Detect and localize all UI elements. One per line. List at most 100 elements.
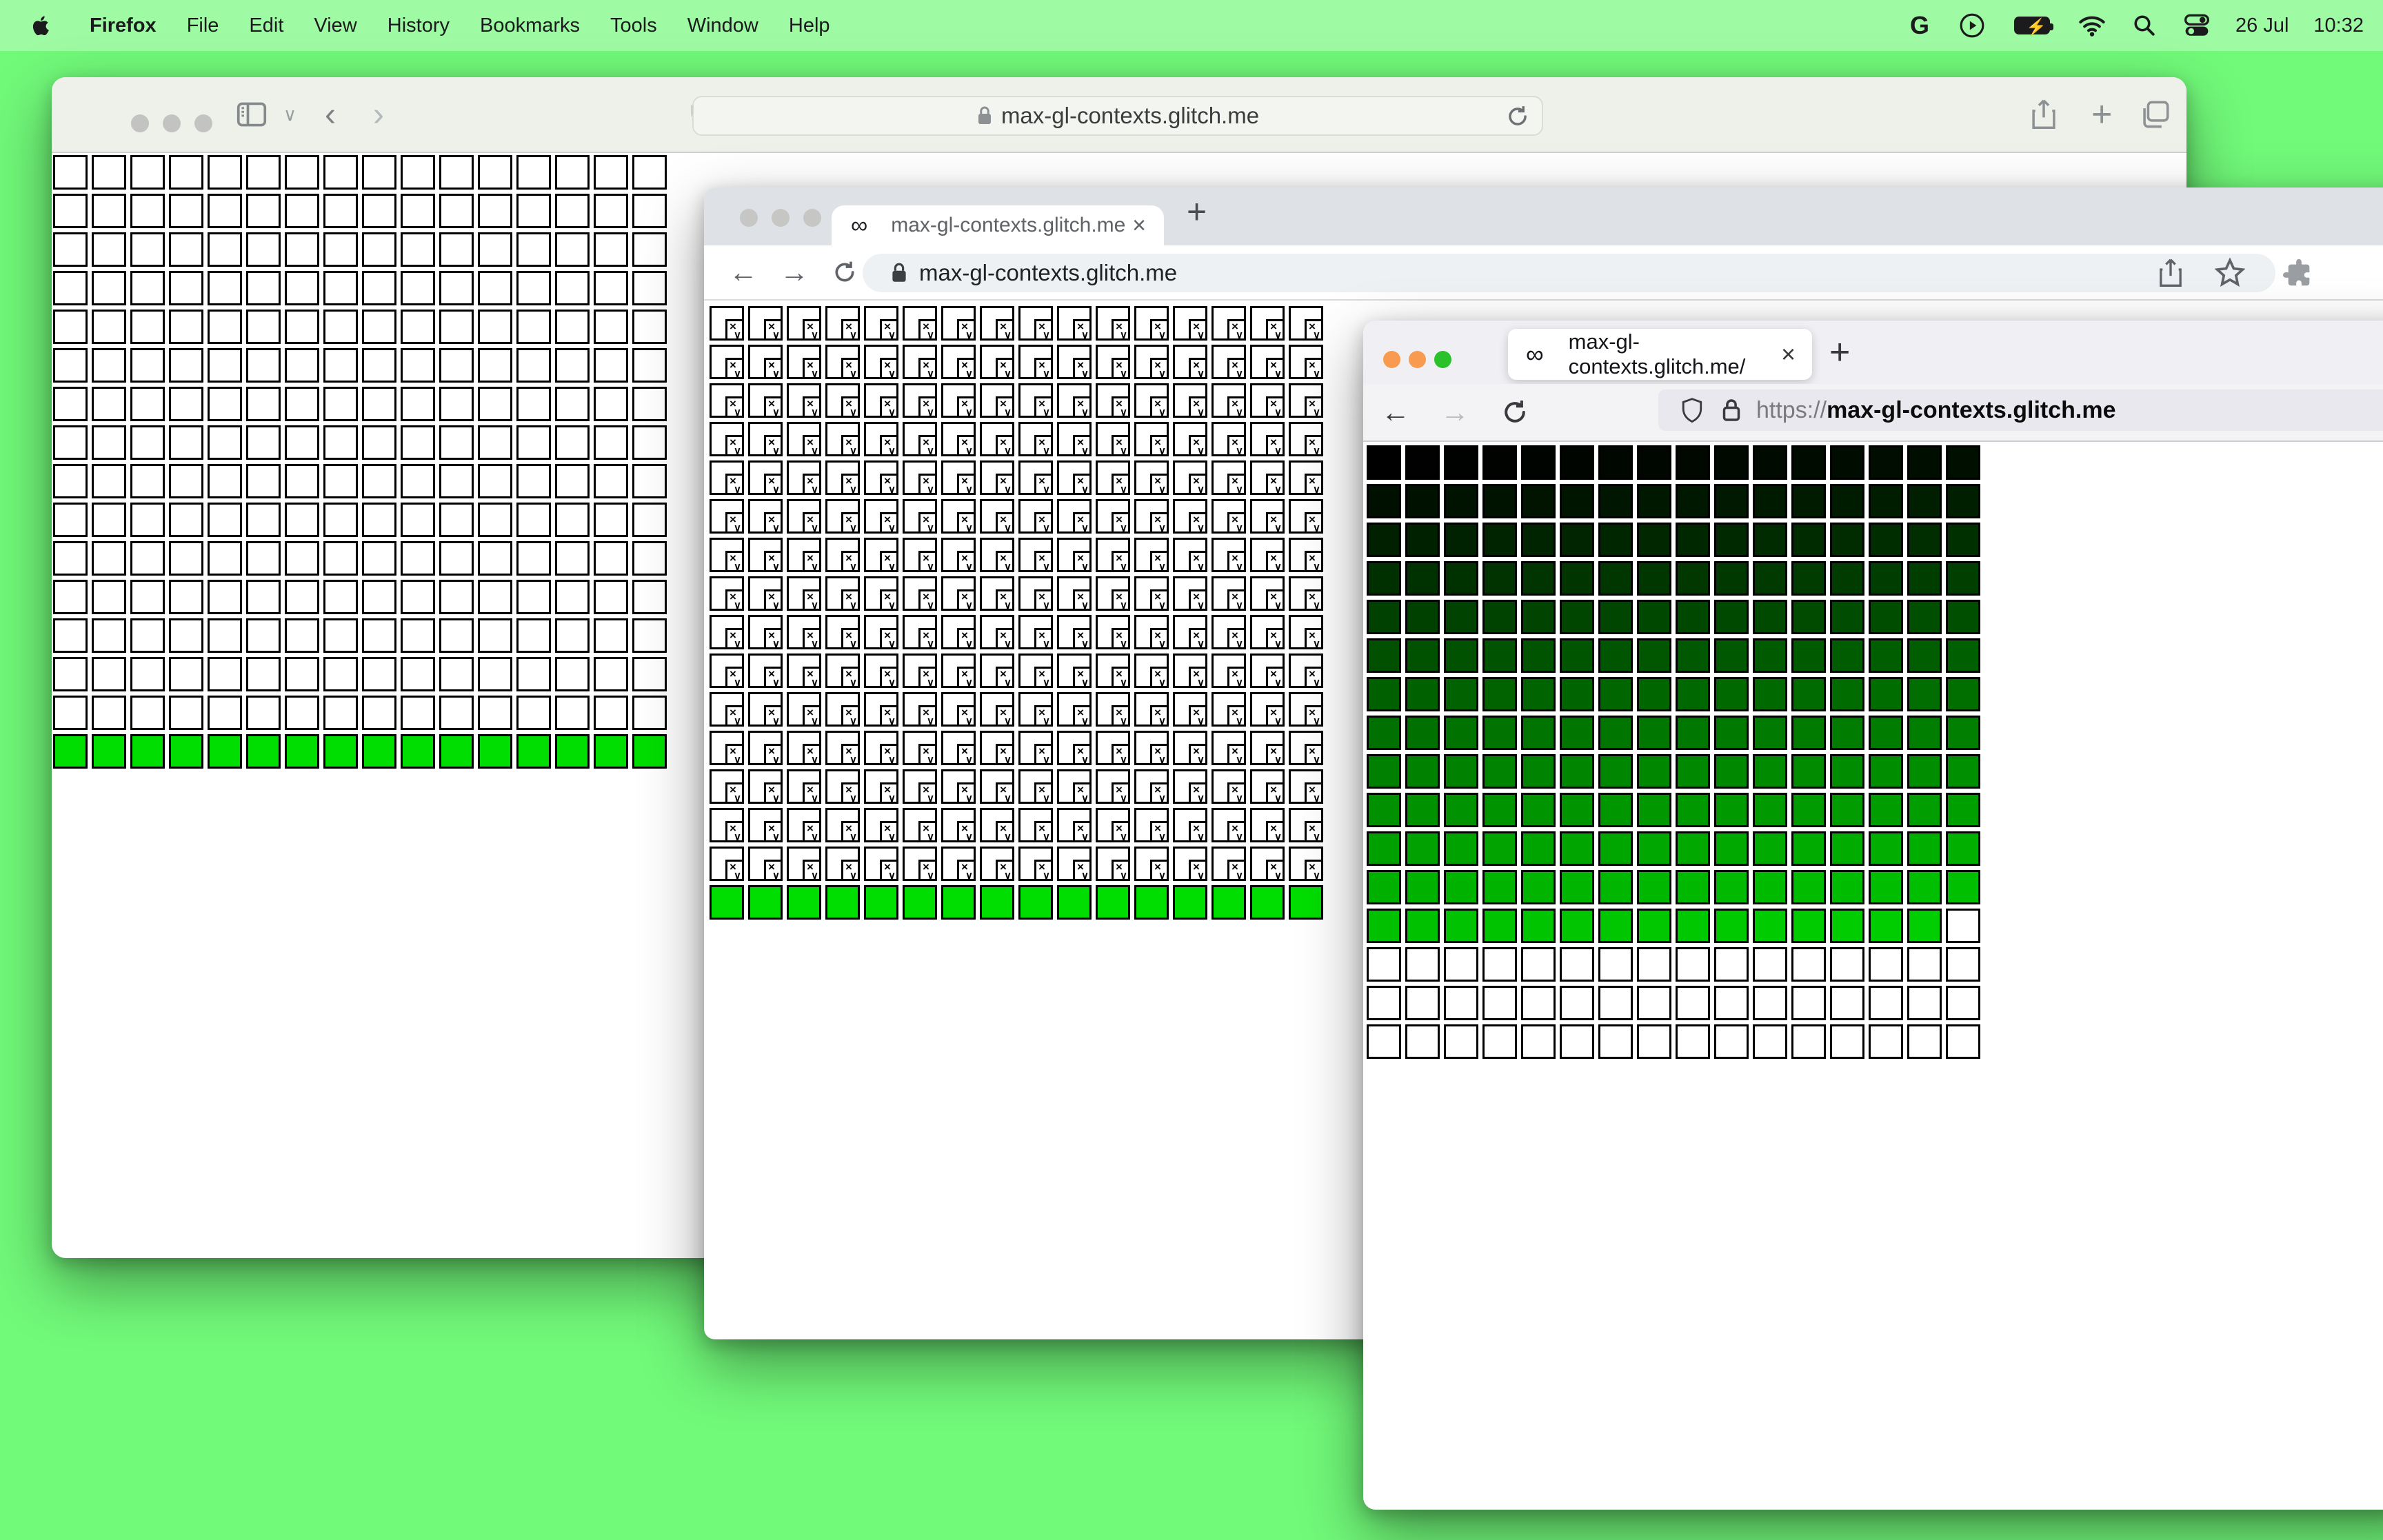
- firefox-tab-bar[interactable]: ∞ max-gl-contexts.glitch.me/ × +: [1363, 321, 2383, 384]
- menu-item-view[interactable]: View: [314, 14, 356, 37]
- canvas-cell: [1444, 523, 1478, 557]
- firefox-url-bar[interactable]: https://max-gl-contexts.glitch.me: [1658, 389, 2383, 431]
- close-button[interactable]: [740, 209, 758, 227]
- canvas-cell: [1367, 986, 1401, 1020]
- canvas-cell: [246, 541, 281, 576]
- canvas-cell: [1946, 986, 1980, 1020]
- reload-icon[interactable]: [1500, 397, 1530, 427]
- lock-icon[interactable]: [1722, 398, 1741, 423]
- zoom-button[interactable]: [803, 209, 821, 227]
- close-icon[interactable]: ×: [1781, 340, 1796, 369]
- canvas-cell: [594, 696, 628, 730]
- google-icon[interactable]: G: [1906, 11, 1933, 39]
- new-tab-icon[interactable]: +: [1187, 192, 1207, 232]
- canvas-cell: × ∨: [1250, 847, 1285, 882]
- broken-image-icon: × ∨: [957, 628, 976, 650]
- battery-icon[interactable]: ⚡: [2011, 12, 2054, 39]
- play-status-icon[interactable]: [1958, 12, 1986, 39]
- zoom-button[interactable]: [194, 114, 212, 132]
- canvas-cell: × ∨: [787, 576, 821, 611]
- chrome-url-bar[interactable]: max-gl-contexts.glitch.me: [863, 254, 2275, 292]
- infinity-favicon: ∞: [851, 212, 868, 239]
- lock-icon[interactable]: [890, 262, 908, 284]
- canvas-cell: [1714, 1024, 1749, 1059]
- broken-image-icon: × ∨: [725, 396, 744, 418]
- reload-icon[interactable]: [1505, 103, 1531, 130]
- broken-image-icon: × ∨: [1189, 319, 1207, 341]
- canvas-cell: [516, 541, 551, 576]
- canvas-cell: [285, 734, 319, 769]
- forward-icon[interactable]: →: [780, 256, 809, 289]
- canvas-cell: × ∨: [1173, 306, 1207, 341]
- menu-item-window[interactable]: Window: [687, 14, 758, 37]
- wifi-icon[interactable]: [2078, 12, 2106, 39]
- back-icon[interactable]: ‹: [325, 96, 336, 134]
- apple-menu-icon[interactable]: [29, 13, 54, 38]
- menu-item-file[interactable]: File: [187, 14, 219, 37]
- broken-image-icon: × ∨: [841, 821, 860, 843]
- new-tab-icon[interactable]: +: [2091, 94, 2112, 135]
- sidebar-icon[interactable]: [237, 101, 267, 128]
- canvas-cell: [1405, 716, 1440, 750]
- bookmark-star-icon[interactable]: [2215, 258, 2245, 288]
- canvas-cell: [1444, 986, 1478, 1020]
- canvas-cell: [208, 348, 242, 383]
- canvas-cell: [208, 734, 242, 769]
- broken-image-icon: × ∨: [803, 744, 821, 766]
- chrome-active-tab[interactable]: ∞ max-gl-contexts.glitch.me ×: [832, 205, 1164, 245]
- canvas-cell: [1946, 677, 1980, 711]
- forward-icon[interactable]: →: [1440, 396, 1469, 429]
- canvas-cell: [401, 580, 435, 614]
- menu-item-help[interactable]: Help: [789, 14, 830, 37]
- menu-item-history[interactable]: History: [388, 14, 450, 37]
- canvas-cell: × ∨: [1289, 422, 1323, 457]
- broken-image-icon: × ∨: [957, 860, 976, 882]
- canvas-cell: [555, 348, 590, 383]
- share-icon[interactable]: [2157, 258, 2184, 288]
- control-center-icon[interactable]: [2183, 12, 2211, 39]
- back-icon[interactable]: ←: [1381, 396, 1410, 429]
- menu-item-bookmarks[interactable]: Bookmarks: [480, 14, 580, 37]
- search-icon[interactable]: [2131, 12, 2158, 39]
- canvas-cell: × ∨: [1134, 576, 1169, 611]
- share-icon[interactable]: [2029, 99, 2058, 130]
- close-button[interactable]: [131, 114, 149, 132]
- safari-url-field[interactable]: max-gl-contexts.glitch.me: [692, 96, 1543, 136]
- new-tab-icon[interactable]: +: [1829, 332, 1850, 373]
- canvas-cell: [1367, 754, 1401, 789]
- canvas-cell: [1753, 523, 1787, 557]
- chrome-tab-bar[interactable]: ∞ max-gl-contexts.glitch.me × +: [704, 188, 2383, 245]
- menu-date[interactable]: 26 Jul: [2235, 14, 2289, 37]
- broken-image-icon: × ∨: [803, 782, 821, 804]
- broken-image-icon: × ∨: [764, 782, 783, 804]
- back-icon[interactable]: ←: [729, 256, 758, 289]
- firefox-active-tab[interactable]: ∞ max-gl-contexts.glitch.me/ ×: [1508, 329, 1812, 380]
- canvas-cell: × ∨: [1134, 306, 1169, 341]
- menu-item-tools[interactable]: Tools: [610, 14, 657, 37]
- canvas-cell: [1521, 1024, 1556, 1059]
- reload-icon[interactable]: [831, 259, 858, 286]
- menu-item-edit[interactable]: Edit: [249, 14, 283, 37]
- close-button[interactable]: [1383, 351, 1400, 368]
- canvas-cell: × ∨: [903, 538, 937, 573]
- zoom-button[interactable]: [1434, 351, 1451, 368]
- canvas-cell: [1482, 831, 1517, 866]
- canvas-cell: × ∨: [864, 383, 898, 418]
- tracking-shield-icon[interactable]: [1680, 396, 1704, 424]
- canvas-cell: × ∨: [1018, 654, 1053, 689]
- broken-image-icon: × ∨: [803, 705, 821, 727]
- menu-clock[interactable]: 10:32: [2313, 14, 2364, 37]
- forward-icon[interactable]: ›: [373, 96, 384, 134]
- minimize-button[interactable]: [163, 114, 181, 132]
- canvas-cell: [169, 503, 203, 537]
- menu-item-firefox[interactable]: Firefox: [90, 14, 157, 37]
- minimize-button[interactable]: [772, 209, 790, 227]
- chevron-down-icon[interactable]: ∨: [283, 104, 296, 125]
- close-icon[interactable]: ×: [1132, 212, 1146, 239]
- tabs-overview-icon[interactable]: [2140, 99, 2171, 130]
- extensions-icon[interactable]: [2283, 258, 2315, 290]
- canvas-cell: × ∨: [864, 847, 898, 882]
- minimize-button[interactable]: [1409, 351, 1426, 368]
- safari-toolbar[interactable]: ∨ ‹ › max-gl-contexts.glitch.me +: [52, 77, 2186, 153]
- broken-image-icon: × ∨: [1034, 319, 1053, 341]
